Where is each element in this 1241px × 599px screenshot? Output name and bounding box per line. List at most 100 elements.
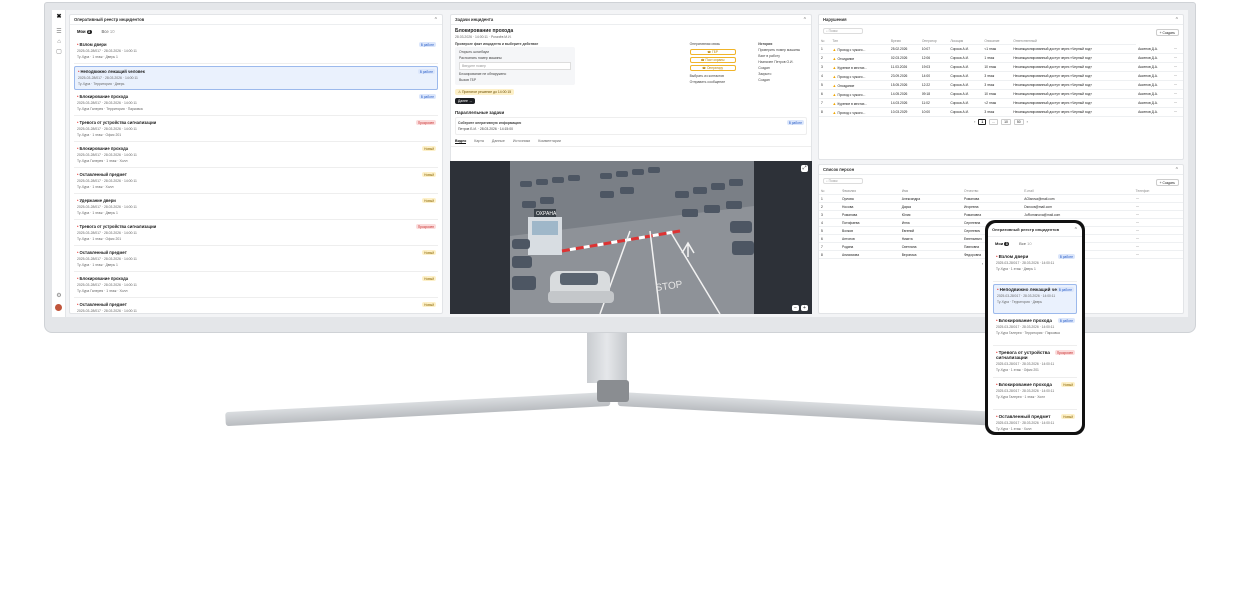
incident-item[interactable]: Взлом двери2025-03-28/017 · 28.03.2026 ·…	[74, 40, 438, 64]
pager-prev-icon[interactable]: ‹	[974, 120, 975, 124]
collapse-icon[interactable]: ⌃	[1175, 167, 1179, 173]
next-button[interactable]: Далее →	[455, 98, 476, 104]
collapse-icon[interactable]: ⌃	[434, 17, 438, 23]
incident-item[interactable]: Удержание двери 2025-03-28/017 · 28.03.20…	[74, 196, 438, 220]
table-cell: 2	[819, 53, 831, 63]
zoom-in-button[interactable]: +	[801, 305, 808, 311]
page-button[interactable]: ...	[989, 119, 999, 125]
zoom-out-button[interactable]: −	[792, 305, 799, 311]
create-violation-button[interactable]: + Создать	[1155, 29, 1179, 36]
incident-title: Блокирование прохода	[77, 146, 435, 151]
plate-number-input[interactable]: Введите номер	[459, 62, 571, 70]
incident-item[interactable]: Неподвижно лежащий человек2025-03-28/017…	[993, 284, 1077, 314]
home-icon[interactable]: ⌂	[55, 38, 63, 46]
table-row[interactable]: 5 ▲ Опоздание 15.05.2026 12:22 Сорока А.И. 3 …	[819, 80, 1183, 90]
ops-call-button[interactable]: ☎ ГБР	[689, 49, 736, 55]
cell-value: Несанкционированный доступ через «Черный…	[1013, 92, 1093, 96]
tab-mine[interactable]: Мои 3	[992, 240, 1012, 247]
persons-search-input[interactable]: ⌕ Поиск	[823, 178, 863, 184]
incident-item[interactable]: Тревога от устройства сигнализации2025-0…	[993, 348, 1077, 378]
row-menu-icon[interactable]: ···	[1171, 53, 1183, 63]
incident-item[interactable]: Оставленный предмет2025-03-28/017 · 28.0…	[74, 300, 438, 313]
history-block: История Проверить номер машины Взят в раб…	[758, 41, 807, 85]
pager-prev-icon[interactable]: ‹	[982, 262, 983, 266]
tab-2[interactable]: Данные	[492, 139, 505, 144]
page-button[interactable]: 10	[1001, 119, 1011, 125]
incident-location: Ту-Хура · 1 этаж · Офис 201	[77, 237, 122, 241]
action-option[interactable]: Распознать номер машины	[459, 55, 571, 61]
table-row[interactable]: 6 ▲ Проход с чужого... 14.05.2026 09:18 Соро…	[819, 89, 1183, 99]
row-menu-icon[interactable]: ···	[1133, 234, 1183, 243]
incident-item[interactable]: Блокирование прохода2025-03-28/017 · 28.…	[74, 92, 438, 116]
table-cell: 10 этаж	[982, 62, 1012, 72]
row-menu-icon[interactable]: ···	[1133, 242, 1183, 251]
row-menu-icon[interactable]: ···	[1171, 62, 1183, 72]
cell-value: Сергеевич	[964, 228, 981, 233]
table-row[interactable]: 3 ▲ Курение в местах... 11.03.2026 19:03 Сор…	[819, 62, 1183, 72]
settings-icon[interactable]: ⚙	[55, 292, 63, 300]
page-button[interactable]: 50	[1013, 119, 1024, 125]
incident-item[interactable]: Оставленный предмет2025-03-28/017 · 28.0…	[74, 248, 438, 272]
table-row[interactable]: 4 ▲ Проход с чужого... 23.09.2026 14:00 Соро…	[819, 71, 1183, 81]
row-menu-icon[interactable]: ···	[1171, 107, 1183, 117]
cell-value: Светлана	[901, 244, 917, 249]
incident-item[interactable]: Тревога от устройства сигнализации2025-0…	[74, 222, 438, 246]
row-menu-icon[interactable]: ···	[1171, 71, 1183, 81]
row-menu-icon[interactable]: ···	[1133, 250, 1183, 259]
cell-value: 02.03.2026	[890, 56, 908, 60]
row-menu-icon[interactable]: ···	[1133, 210, 1183, 219]
table-row[interactable]: 1 Орлова Александра Романова AOlarova@mail.c…	[819, 194, 1183, 203]
parallel-task[interactable]: Соберите оперативную информацию Петров Б…	[455, 117, 807, 135]
ops-call-button[interactable]: ☎ Пост охраны	[689, 57, 736, 63]
table-row[interactable]: 3 Романова Юлия Романовна JuRomanova@mail.co…	[819, 210, 1183, 219]
tab-1[interactable]: Карта	[474, 139, 484, 144]
violations-search-input[interactable]: ⌕ Поиск	[823, 28, 863, 34]
cell-value: Курение в местах...	[837, 65, 868, 70]
row-menu-icon[interactable]: ···	[1133, 218, 1183, 227]
row-menu-icon[interactable]: ···	[1171, 98, 1183, 108]
incident-item[interactable]: Взлом двери2025-03-28/017 · 28.03.2026 ·…	[993, 252, 1077, 282]
fullscreen-icon[interactable]: ⤢	[801, 165, 808, 172]
tab-all[interactable]: Все 10	[99, 28, 118, 35]
incident-item[interactable]: Блокирование прохода2025-03-28/017 · 28.…	[993, 380, 1077, 410]
table-header: № Фамилия Имя Отчество E-mail Телефон	[819, 187, 1183, 195]
tab-mine[interactable]: Мои 3	[74, 28, 95, 35]
incident-item[interactable]: Тревога от устройства сигнализации2025-0…	[74, 118, 438, 142]
tab-all[interactable]: Все 10	[1016, 240, 1034, 247]
action-option[interactable]: Вызов ГБР	[459, 77, 571, 83]
row-menu-icon[interactable]: ···	[1171, 44, 1183, 54]
tab-0[interactable]: Видео	[455, 139, 467, 144]
cell-value: Инна	[901, 220, 910, 225]
row-menu-icon[interactable]: ···	[1171, 89, 1183, 99]
ops-link[interactable]: Отправить сообщение	[690, 79, 749, 85]
table-cell: Несанкционированный доступ через «Черный…	[1011, 98, 1137, 108]
incident-item[interactable]: Блокирование прохода2025-03-28/017 · 28.…	[993, 316, 1077, 346]
collapse-icon[interactable]: ⌃	[803, 17, 807, 23]
incidents-icon[interactable]: ☰	[55, 28, 63, 36]
incident-item[interactable]: Блокирование прохода2025-03-28/017 · 28.…	[74, 144, 438, 168]
avatar[interactable]	[55, 304, 62, 311]
ops-call-button[interactable]: ☎ Оператору	[689, 65, 736, 71]
collapse-icon[interactable]: ⌃	[1175, 17, 1179, 23]
incident-item[interactable]: Блокирование прохода2025-03-28/017 · 28.…	[74, 274, 438, 298]
table-cell: 10.03.2029	[888, 107, 920, 117]
row-menu-icon[interactable]: ···	[1133, 194, 1183, 203]
table-row[interactable]: 7 ▲ Курение в местах... 14.03.2026 11:02 Сор…	[819, 98, 1183, 108]
chat-icon[interactable]: ▢	[55, 48, 63, 56]
table-row[interactable]: 2 ▲ Отсидание 02.03.2026 12:06 Сорока А.И. 1 …	[819, 53, 1183, 63]
collapse-icon[interactable]: ⌃	[1074, 227, 1078, 233]
incident-item[interactable]: Оставленный предмет2025-03-28/017 · 28.0…	[993, 412, 1077, 432]
row-menu-icon[interactable]: ···	[1171, 80, 1183, 90]
incident-item[interactable]: Оставленный предмет2025-03-28/017 · 28.0…	[74, 170, 438, 194]
pager-next-icon[interactable]: ›	[1027, 120, 1028, 124]
table-row[interactable]: 2 Носова Дарья Игоревна Dsnova@mail.com ···	[819, 202, 1183, 211]
table-row[interactable]: 1 ▲ Проход с чужого... 25.02.2026 10:07 Соро…	[819, 44, 1183, 54]
table-row[interactable]: 8 ▲ Проход с чужого... 10.03.2029 10:00 Соро…	[819, 107, 1183, 117]
row-menu-icon[interactable]: ···	[1133, 226, 1183, 235]
tab-4[interactable]: Комментарии	[538, 139, 561, 144]
row-menu-icon[interactable]: ···	[1133, 202, 1183, 211]
incident-item[interactable]: Неподвижно лежащий человек2025-03-28/017…	[74, 66, 438, 90]
create-person-button[interactable]: + Создать	[1155, 179, 1179, 186]
tab-3[interactable]: Источники	[513, 139, 530, 144]
page-button[interactable]: 1	[978, 119, 987, 125]
